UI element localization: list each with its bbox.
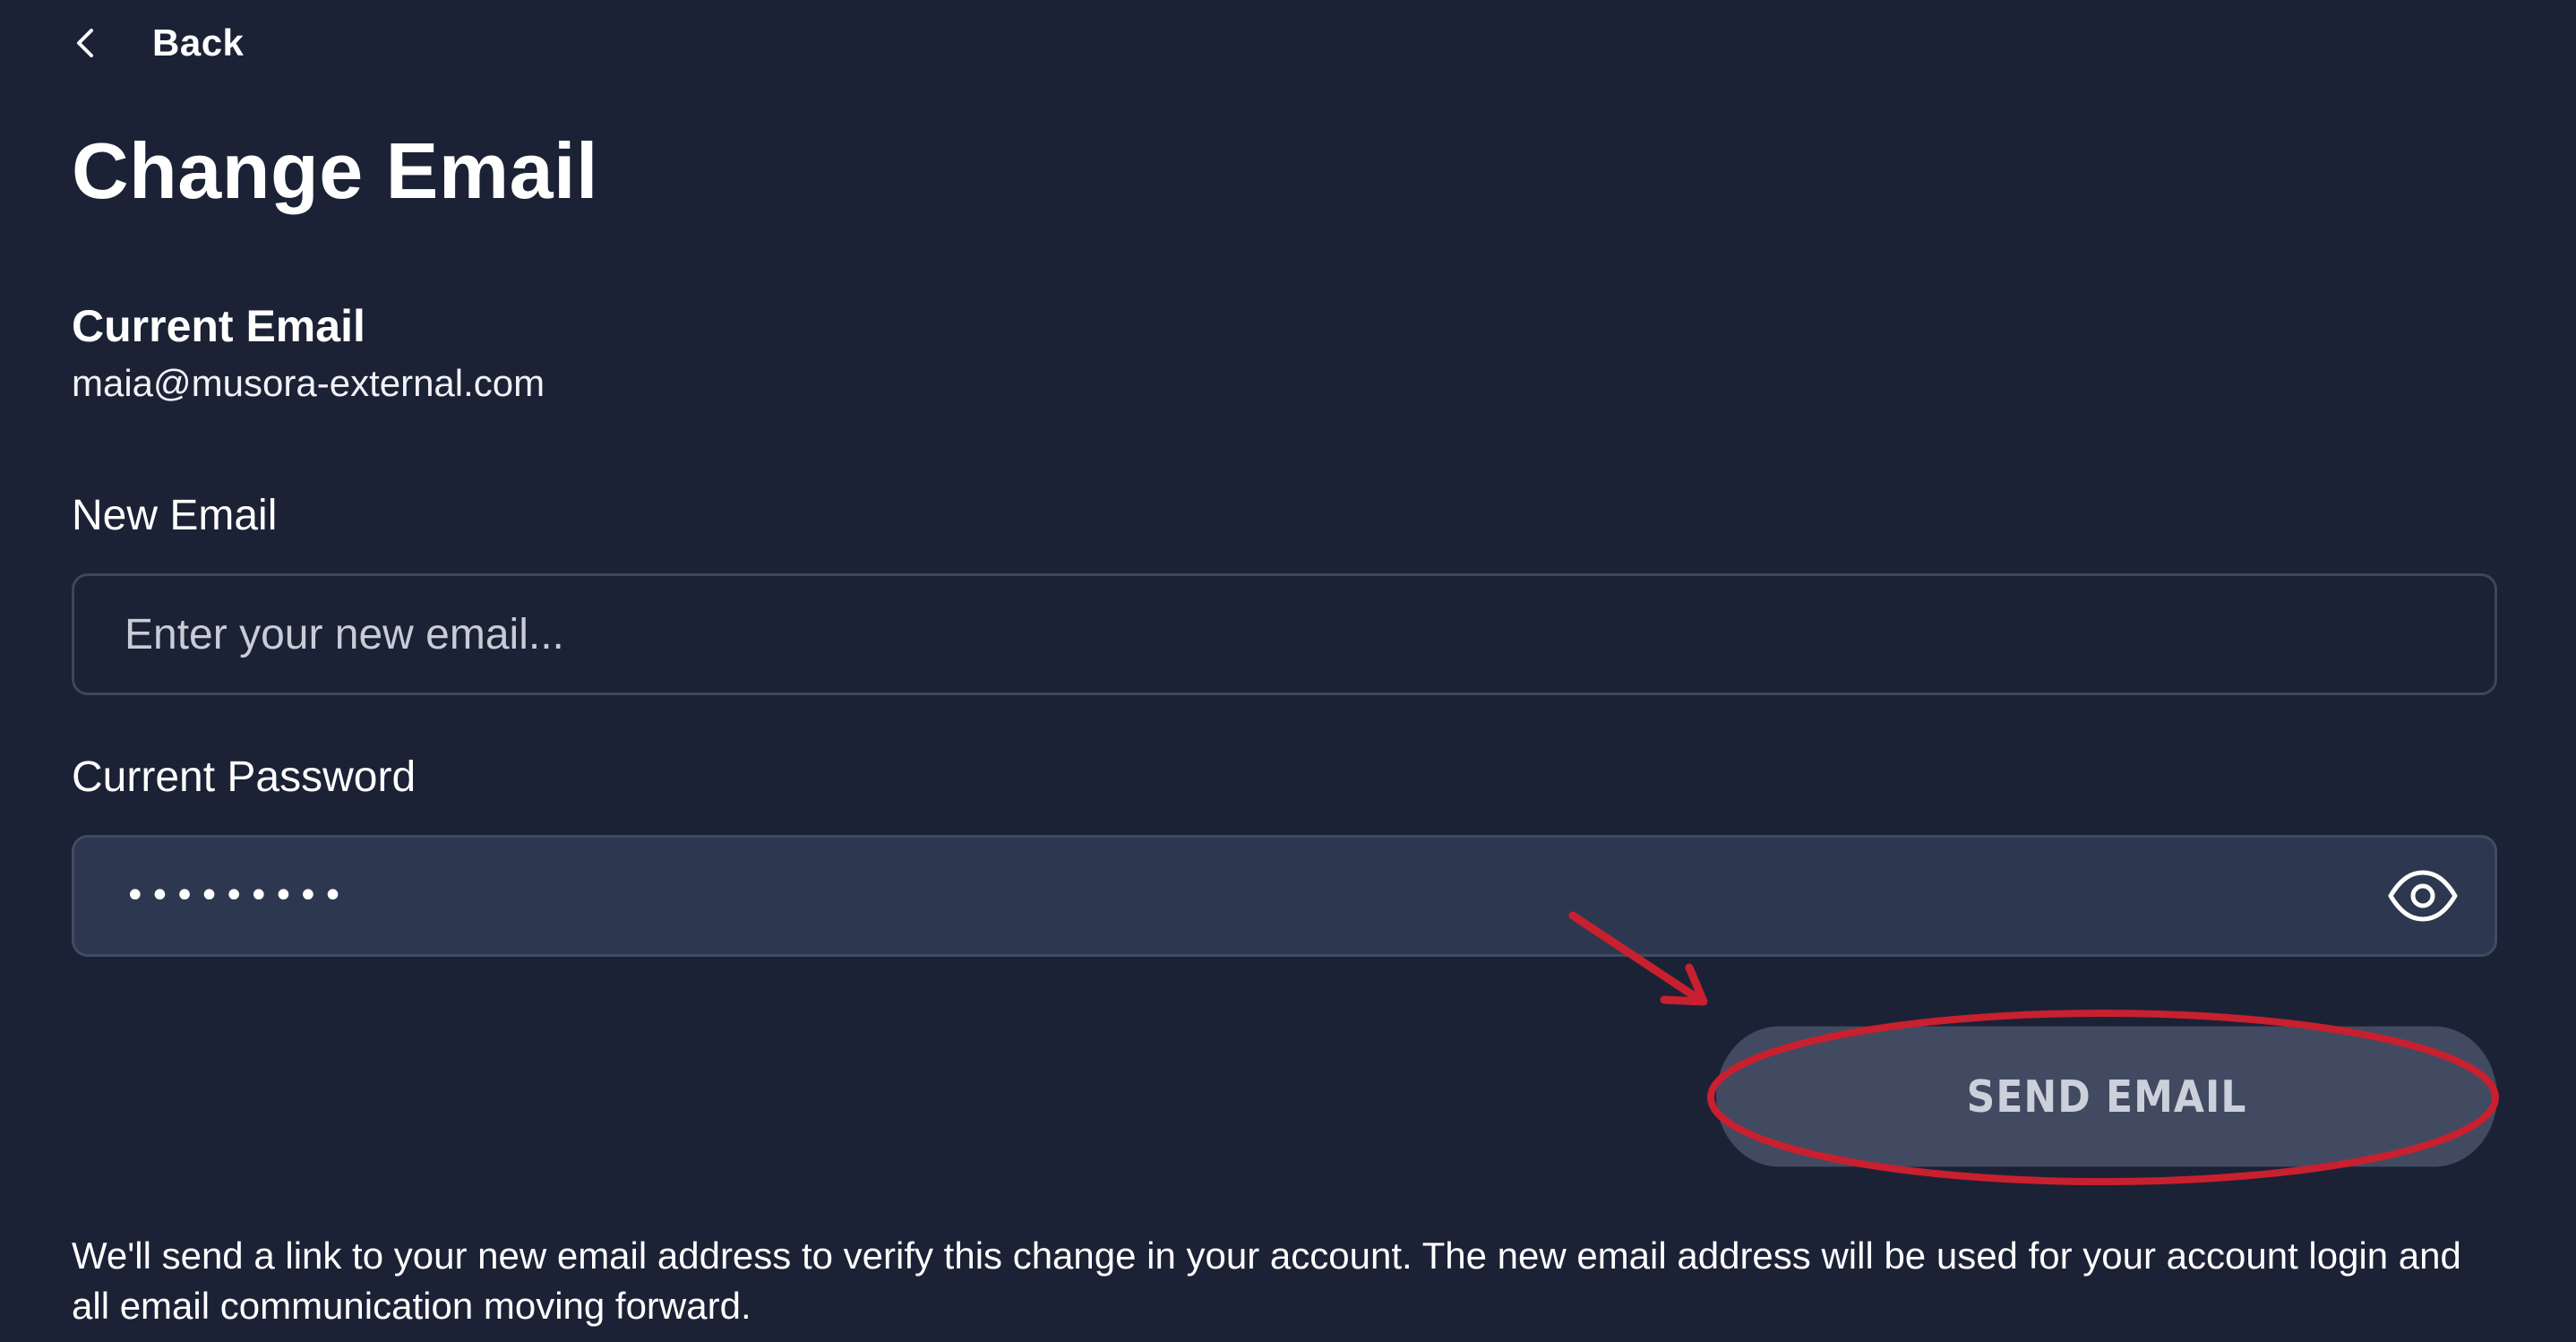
current-password-label: Current Password [72, 753, 416, 801]
current-email-label: Current Email [72, 301, 365, 351]
password-field [72, 835, 2497, 957]
eye-icon[interactable] [2387, 860, 2459, 932]
new-email-input[interactable] [72, 573, 2497, 695]
chevron-left-icon[interactable] [72, 14, 125, 72]
send-email-button[interactable]: SEND EMAIL [1716, 1026, 2497, 1167]
page-title: Change Email [72, 126, 598, 215]
back-label[interactable]: Back [152, 22, 244, 65]
current-password-input[interactable] [74, 838, 2349, 954]
current-email-value: maia@musora-external.com [72, 362, 545, 404]
new-email-label: New Email [72, 492, 278, 539]
info-text: We'll send a link to your new email addr… [72, 1234, 2461, 1327]
back-link[interactable]: Back [72, 14, 244, 72]
